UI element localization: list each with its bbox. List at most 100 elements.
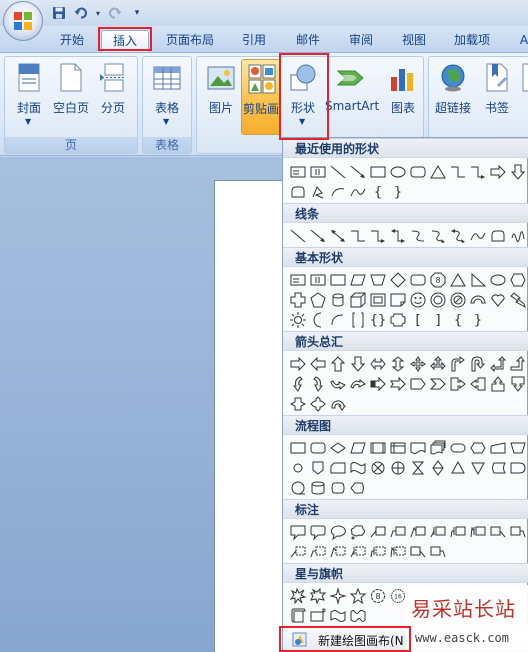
oval-shape[interactable] [388, 162, 408, 182]
text-box-shape[interactable] [288, 162, 308, 182]
elbow-connector-shape[interactable] [448, 162, 468, 182]
customize-qat-icon[interactable]: ▾ [128, 4, 146, 22]
double-bracket-shape[interactable] [348, 310, 368, 330]
cloud-callout-shape[interactable] [348, 522, 368, 542]
smartart-button[interactable]: SmartArt [325, 59, 379, 135]
left-arrow-callout-shape[interactable] [468, 374, 488, 394]
cross-reference-button[interactable] [521, 59, 528, 135]
card-shape[interactable] [328, 458, 348, 478]
left-right-arrow-callout-shape[interactable] [288, 394, 308, 414]
line-callout-14-shape[interactable] [388, 542, 408, 562]
arc-shape[interactable] [328, 182, 348, 202]
block-arc-shape[interactable] [468, 290, 488, 310]
line-callout-12-shape[interactable] [348, 542, 368, 562]
oval-callout-shape[interactable] [328, 522, 348, 542]
line-callout-16-shape[interactable] [428, 542, 448, 562]
curved-up-arrow-shape[interactable] [328, 374, 348, 394]
triangle-shape[interactable] [448, 270, 468, 290]
right-arrow-callout-shape[interactable] [448, 374, 468, 394]
hexagon-shape[interactable] [508, 270, 528, 290]
line-callout-13-shape[interactable] [368, 542, 388, 562]
line-callout-1-shape[interactable] [368, 522, 388, 542]
freeform-shape[interactable] [308, 182, 328, 202]
folded-corner-shape[interactable] [388, 290, 408, 310]
quad-arrow-callout-shape[interactable] [308, 394, 328, 414]
tab-references[interactable]: 引用 [232, 30, 276, 52]
octagon-shape[interactable]: 8 [428, 270, 448, 290]
plaque-shape[interactable] [388, 310, 408, 330]
left-right-up-arrow-shape[interactable] [428, 354, 448, 374]
rectangle-shape[interactable] [368, 162, 388, 182]
rounded-rectangular-callout-shape[interactable] [308, 522, 328, 542]
rounded-rectangle-shape[interactable] [408, 162, 428, 182]
curved-connector-shape[interactable] [408, 226, 428, 246]
rectangular-callout-shape[interactable] [288, 522, 308, 542]
manual-input-shape[interactable] [488, 438, 508, 458]
office-button[interactable] [3, 1, 43, 41]
up-down-arrow-shape[interactable] [388, 354, 408, 374]
terminator-shape[interactable] [448, 438, 468, 458]
direct-access-storage-shape[interactable] [328, 478, 348, 498]
right-bracket-shape[interactable]: ] [428, 310, 448, 330]
curve-shape[interactable] [348, 182, 368, 202]
rounded-rectangle-shape[interactable] [408, 270, 428, 290]
line-callout-8-shape[interactable] [508, 522, 528, 542]
clip-art-button[interactable]: 剪贴画 [241, 59, 281, 135]
scribble-shape[interactable] [508, 226, 528, 246]
circular-arrow-shape[interactable] [328, 394, 348, 414]
trapezoid-shape[interactable] [368, 270, 388, 290]
tab-home[interactable]: 开始 [50, 30, 94, 52]
curved-double-arrow-connector-shape[interactable] [448, 226, 468, 246]
parallelogram-shape[interactable] [348, 270, 368, 290]
diamond-shape[interactable] [388, 270, 408, 290]
line-callout-3-shape[interactable] [408, 522, 428, 542]
left-bracket-shape[interactable]: [ [408, 310, 428, 330]
undo-icon[interactable] [72, 4, 90, 22]
can-shape[interactable] [328, 290, 348, 310]
snip-shape[interactable] [288, 182, 308, 202]
triangle-shape[interactable] [428, 162, 448, 182]
left-right-arrow-shape[interactable] [368, 354, 388, 374]
bookmark-button[interactable]: 书签 [477, 59, 517, 135]
lightning-bolt-shape[interactable] [508, 290, 528, 310]
line-shape[interactable] [328, 162, 348, 182]
picture-button[interactable]: 图片 [201, 59, 241, 135]
decision-shape[interactable] [328, 438, 348, 458]
left-brace-shape[interactable]: { [368, 182, 388, 202]
bevel-shape[interactable] [368, 290, 388, 310]
vertical-text-box-shape[interactable] [308, 162, 328, 182]
redo-icon[interactable] [106, 4, 124, 22]
down-arrow-shape[interactable] [348, 354, 368, 374]
right-triangle-shape[interactable] [468, 270, 488, 290]
tab-view[interactable]: 视图 [392, 30, 436, 52]
sun-shape[interactable] [288, 310, 308, 330]
merge-shape[interactable] [468, 458, 488, 478]
cover-page-button[interactable]: 封面 ▼ [9, 59, 49, 135]
explosion-2-shape[interactable] [308, 586, 328, 606]
striped-right-arrow-shape[interactable] [368, 374, 388, 394]
bent-arrow-shape[interactable] [448, 354, 468, 374]
off-page-connector-shape[interactable] [308, 458, 328, 478]
tab-page-layout[interactable]: 页面布局 [158, 30, 222, 52]
arrow-line-shape[interactable] [348, 162, 368, 182]
curved-right-arrow-shape[interactable] [288, 374, 308, 394]
page-break-button[interactable]: 分页 [93, 59, 133, 135]
display-shape[interactable] [348, 478, 368, 498]
tab-more[interactable]: A [514, 30, 528, 52]
elbow-arrow-connector-shape[interactable] [368, 226, 388, 246]
cube-shape[interactable] [348, 290, 368, 310]
predefined-process-shape[interactable] [368, 438, 388, 458]
sort-shape[interactable] [428, 458, 448, 478]
line-callout-9-shape[interactable] [288, 542, 308, 562]
curved-arrow-connector-shape[interactable] [428, 226, 448, 246]
tab-review[interactable]: 审阅 [339, 30, 383, 52]
arrow-shape[interactable] [308, 226, 328, 246]
elbow-arrow-connector-shape[interactable] [468, 162, 488, 182]
rectangle-shape[interactable] [328, 270, 348, 290]
line-callout-10-shape[interactable] [308, 542, 328, 562]
oval-shape[interactable] [488, 270, 508, 290]
pentagon-shape[interactable] [308, 290, 328, 310]
5-point-star-shape[interactable] [348, 586, 368, 606]
moon-shape[interactable] [308, 310, 328, 330]
down-arrow-shape[interactable] [508, 162, 528, 182]
